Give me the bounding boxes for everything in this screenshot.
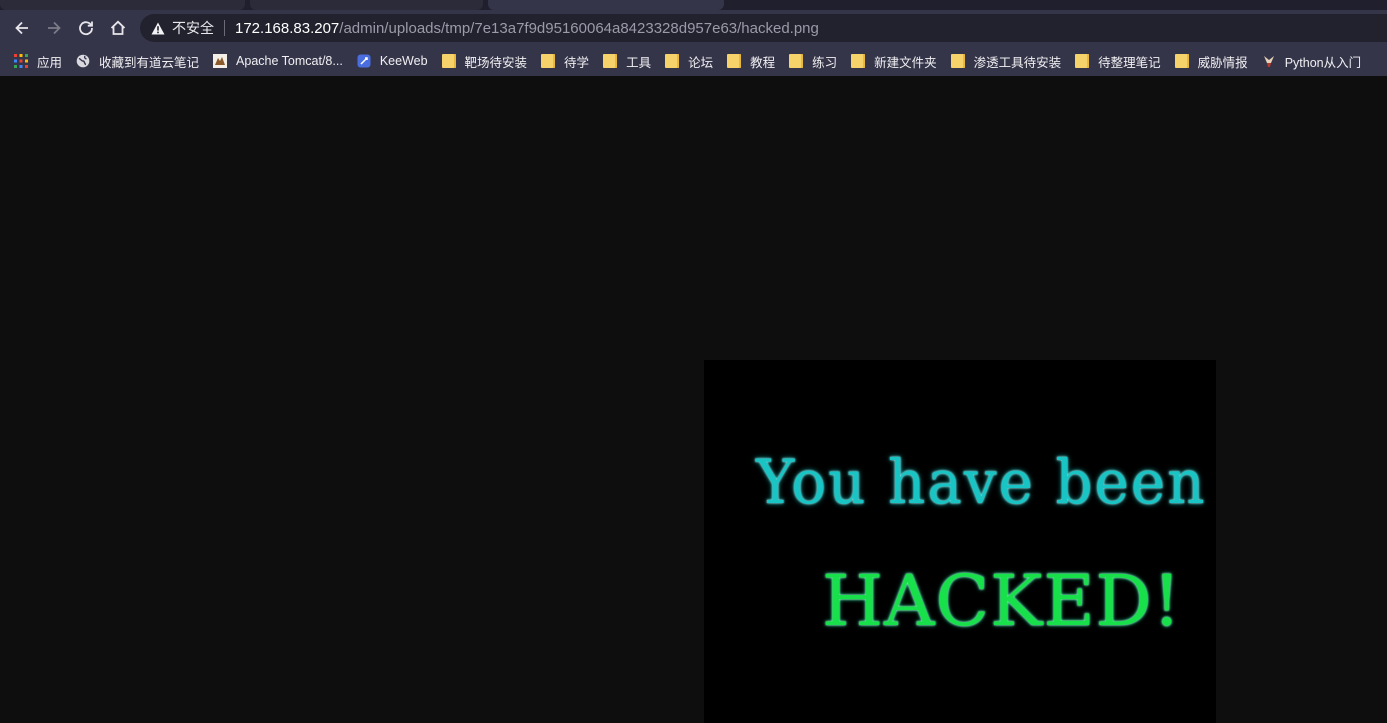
tab-active[interactable] xyxy=(488,0,724,10)
arrow-left-icon xyxy=(15,21,28,35)
tab-strip xyxy=(0,0,1387,10)
home-button[interactable] xyxy=(106,16,130,40)
address-divider xyxy=(224,20,225,36)
url-path: /admin/uploads/tmp/7e13a7f9d95160064a842… xyxy=(339,19,819,37)
bookmark-label: 新建文件夹 xyxy=(874,55,937,70)
bookmark-label: Python从入门 xyxy=(1284,55,1362,70)
bookmark-label: 工具 xyxy=(626,55,652,70)
bookmark-folder[interactable]: 教程 xyxy=(727,52,775,71)
browser-toolbar: 不安全 172.168.83.207/admin/uploads/tmp/7e1… xyxy=(0,10,1387,46)
bookmark-label: 靶场待安装 xyxy=(464,55,528,70)
bookmark-label: KeeWeb xyxy=(379,54,428,68)
bookmark-folder[interactable]: 新建文件夹 xyxy=(851,52,937,71)
bookmark-folder[interactable]: 靶场待安装 xyxy=(441,52,528,71)
bookmark-tomcat[interactable]: Apache Tomcat/8... xyxy=(213,54,343,68)
folder-icon xyxy=(727,54,742,68)
bookmark-label: 待整理笔记 xyxy=(1098,55,1161,70)
url-text[interactable]: 172.168.83.207/admin/uploads/tmp/7e13a7f… xyxy=(235,20,819,37)
security-status-label[interactable]: 不安全 xyxy=(172,18,214,38)
tab-1[interactable] xyxy=(0,0,245,10)
back-button[interactable] xyxy=(10,16,34,40)
bookmark-label: 应用 xyxy=(37,55,63,70)
home-icon xyxy=(110,20,126,35)
address-bar[interactable]: 不安全 172.168.83.207/admin/uploads/tmp/7e1… xyxy=(140,14,1387,42)
bookmark-label: 渗透工具待安装 xyxy=(973,55,1062,70)
folder-icon xyxy=(851,54,866,68)
arrow-right-icon xyxy=(48,21,61,35)
globe-icon xyxy=(76,54,90,68)
forward-button[interactable] xyxy=(42,16,66,40)
bookmark-folder[interactable]: 练习 xyxy=(789,52,837,71)
tomcat-icon xyxy=(213,54,228,68)
reload-icon xyxy=(79,21,93,36)
bookmark-label: 待学 xyxy=(564,55,590,70)
apps-grid-icon xyxy=(14,54,28,68)
hacked-image: You have been HACKED! xyxy=(704,360,1216,723)
folder-icon xyxy=(603,54,618,68)
bookmark-folder[interactable]: 论坛 xyxy=(665,52,713,71)
bookmarks-bar: 应用 收藏到有道云笔记 Apache Tomcat/8... KeeWeb 靶场… xyxy=(0,46,1387,76)
reload-button[interactable] xyxy=(74,16,98,40)
python-site-icon xyxy=(1263,56,1274,67)
bookmark-label: 练习 xyxy=(812,55,838,70)
hacked-text-line2: HACKED! xyxy=(822,560,1182,642)
bookmark-label: 收藏到有道云笔记 xyxy=(99,55,200,70)
bookmark-folder[interactable]: 渗透工具待安装 xyxy=(950,52,1062,71)
bookmark-folder[interactable]: 待整理笔记 xyxy=(1075,52,1161,71)
hacked-text-line1: You have been xyxy=(756,446,1207,518)
folder-icon xyxy=(1075,54,1090,68)
bookmark-keeweb[interactable]: KeeWeb xyxy=(357,54,428,68)
bookmark-folder[interactable]: 工具 xyxy=(603,52,651,71)
folder-icon xyxy=(950,54,965,68)
folder-icon xyxy=(1174,54,1189,68)
folder-icon xyxy=(441,54,456,68)
bookmark-youdao[interactable]: 收藏到有道云笔记 xyxy=(76,52,199,71)
folder-icon xyxy=(541,54,556,68)
bookmark-folder[interactable]: 威胁情报 xyxy=(1174,52,1248,71)
tab-2[interactable] xyxy=(250,0,483,10)
bookmark-python[interactable]: Python从入门 xyxy=(1262,52,1361,71)
warning-icon[interactable] xyxy=(150,20,166,36)
bookmark-label: Apache Tomcat/8... xyxy=(236,54,343,68)
bookmark-label: 威胁情报 xyxy=(1197,55,1248,70)
bookmark-folder[interactable]: 待学 xyxy=(541,52,589,71)
url-host: 172.168.83.207 xyxy=(235,19,340,37)
keeweb-icon xyxy=(357,54,371,68)
bookmark-apps[interactable]: 应用 xyxy=(14,52,62,71)
bookmark-label: 教程 xyxy=(750,55,776,70)
folder-icon xyxy=(665,54,680,68)
folder-icon xyxy=(789,54,804,68)
bookmark-label: 论坛 xyxy=(688,55,714,70)
